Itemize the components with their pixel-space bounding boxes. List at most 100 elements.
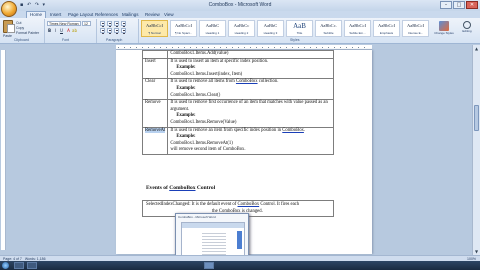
style-name: ¶ No Spaci... — [174, 31, 193, 35]
code-line: ComboBox1.Items.Remove(Value) — [170, 119, 237, 125]
table-row: ComboBox1.Items.Add(value) — [141, 50, 334, 59]
title-bar: ▪ ↶ ↷ ▾ ComboBox - Microsoft Word – □ ✕ — [0, 0, 480, 11]
taskbar-thumbnail-preview[interactable]: ComboBox - Microsoft Word — [175, 213, 249, 261]
style-swatch[interactable]: AaBbCcI Emphasis — [373, 20, 400, 37]
sort-icon[interactable] — [121, 21, 126, 27]
editing-button[interactable]: Editing — [456, 20, 478, 42]
code-line: ComboBox1.Items.Clear() — [170, 92, 221, 98]
copy-button[interactable]: Copy — [16, 26, 24, 30]
thumbnail-title: ComboBox - Microsoft Word — [178, 215, 216, 219]
table-cell — [141, 50, 169, 59]
style-sample: AaBbC — [263, 23, 278, 28]
scroll-up-arrow-icon[interactable]: ▲ — [473, 45, 480, 52]
events-heading-post: Control — [195, 185, 216, 191]
style-sample: AaBbCcI — [378, 23, 395, 28]
tab-insert[interactable]: Insert — [50, 11, 61, 18]
ribbon-tabs: Home Insert Page Layout References Maili… — [0, 11, 480, 18]
tab-review[interactable]: Review — [145, 11, 160, 18]
window-title: ComboBox - Microsoft Word — [208, 2, 272, 8]
style-swatch[interactable]: AaBbCcI Subtle Em... — [344, 20, 371, 37]
code-line: ComboBox1.Items.Insert(index, Item) — [170, 71, 243, 77]
office-button[interactable] — [1, 1, 17, 17]
start-button-icon[interactable] — [2, 262, 9, 269]
style-swatch[interactable]: AaBbCc. Subtitle — [315, 20, 342, 37]
style-sample: AaBbCcI — [407, 23, 424, 28]
method-description-post: . — [303, 127, 306, 133]
style-sample: AaBbCcI — [349, 23, 366, 28]
method-name: Remove — [141, 99, 169, 128]
paste-button[interactable]: Paste — [3, 34, 12, 38]
code-line: will remove second item of ComboBox. — [170, 147, 246, 153]
method-description-pre: It is used to remove an item from specif… — [170, 127, 283, 133]
method-description-link: ComboBox — [235, 79, 258, 85]
style-swatch[interactable]: AaBbCcI ¶ Normal — [141, 20, 168, 37]
change-styles-icon — [439, 21, 449, 31]
paste-icon[interactable] — [3, 20, 15, 33]
tab-home[interactable]: Home — [26, 11, 47, 18]
style-swatch[interactable]: AaBbC Heading 3 — [257, 20, 284, 37]
method-description-cell: It is used to insert an item at specific… — [167, 57, 334, 80]
events-heading-pre: Events of — [146, 185, 170, 191]
minimize-button[interactable]: – — [440, 1, 452, 9]
align-right-icon[interactable] — [114, 28, 119, 34]
style-name: Subtitle — [323, 31, 334, 35]
window-controls: – □ ✕ — [440, 1, 478, 9]
methods-table: ComboBox1.Items.Add(value) Insert It is … — [141, 50, 334, 155]
bold-button[interactable]: B — [47, 28, 52, 33]
highlight-icon[interactable]: ab — [72, 28, 77, 33]
method-description-cell: It is used to remove an item from specif… — [167, 126, 334, 155]
font-color-icon[interactable]: A — [66, 28, 71, 33]
style-name: Heading 3 — [263, 31, 278, 35]
underline-button[interactable]: U — [59, 28, 64, 33]
numbering-icon[interactable] — [107, 21, 112, 27]
font-size-select[interactable]: 12 — [82, 21, 91, 26]
tab-mailings[interactable]: Mailings — [122, 11, 139, 18]
align-center-icon[interactable] — [107, 28, 112, 34]
taskbar-word-icon[interactable] — [204, 262, 214, 269]
selected-text: RemoveAt — [145, 127, 166, 133]
taskbar-app-icon[interactable] — [14, 262, 24, 269]
windows-taskbar — [0, 261, 480, 270]
table-row: RemoveAt It is used to remove an item fr… — [141, 126, 334, 155]
example-label: Example: — [176, 85, 196, 91]
close-button[interactable]: ✕ — [466, 1, 478, 9]
vertical-ruler[interactable] — [1, 50, 6, 250]
example-label: Example: — [176, 65, 196, 71]
events-line-post: Control. It fires each — [259, 202, 300, 207]
maximize-button[interactable]: □ — [453, 1, 465, 9]
method-name: RemoveAt — [141, 126, 169, 155]
find-icon — [463, 21, 471, 29]
tab-view[interactable]: View — [164, 11, 174, 18]
change-styles-button[interactable]: Change Styles — [434, 20, 454, 42]
italic-button[interactable]: I — [53, 28, 58, 33]
taskbar-app-icon[interactable] — [27, 262, 37, 269]
style-name: Emphasis — [379, 31, 394, 35]
vertical-scrollbar[interactable]: ▲ ▼ — [472, 45, 480, 255]
thumbnail-accent — [237, 231, 242, 249]
style-name: Title — [296, 31, 303, 35]
scroll-thumb[interactable] — [474, 105, 479, 131]
style-name: ¶ Normal — [148, 31, 161, 35]
style-sample: AaBbCc — [233, 23, 250, 28]
format-painter-button[interactable]: Format Painter — [16, 31, 39, 35]
change-styles-label: Change Styles — [434, 31, 454, 35]
indent-icon[interactable] — [114, 21, 119, 27]
bullets-icon[interactable] — [100, 21, 105, 27]
font-face-select[interactable]: Times New Roman — [47, 21, 81, 26]
justify-icon[interactable] — [121, 28, 126, 34]
method-description: It is used to remove first occurrence of… — [170, 100, 328, 112]
style-swatch[interactable]: AaB Title — [286, 20, 313, 37]
style-swatch[interactable]: AaBbC Heading 1 — [199, 20, 226, 37]
style-swatch[interactable]: AaBbCc Heading 2 — [228, 20, 255, 37]
style-name: Heading 2 — [234, 31, 249, 35]
method-name: Clear — [141, 78, 169, 101]
tab-page-layout[interactable]: Page Layout — [68, 11, 93, 18]
quick-access-toolbar[interactable]: ▪ ↶ ↷ ▾ — [20, 2, 46, 8]
style-swatch[interactable]: AaBbCcI ¶ No Spaci... — [170, 20, 197, 37]
cut-button[interactable]: Cut — [16, 21, 21, 25]
align-left-icon[interactable] — [100, 28, 105, 34]
tab-references[interactable]: References — [95, 11, 118, 18]
scroll-down-arrow-icon[interactable]: ▼ — [473, 248, 480, 255]
events-line-pre: SelectedIndexChanged: It is the default … — [146, 202, 238, 207]
style-swatch[interactable]: AaBbCcI Intense E... — [402, 20, 429, 37]
